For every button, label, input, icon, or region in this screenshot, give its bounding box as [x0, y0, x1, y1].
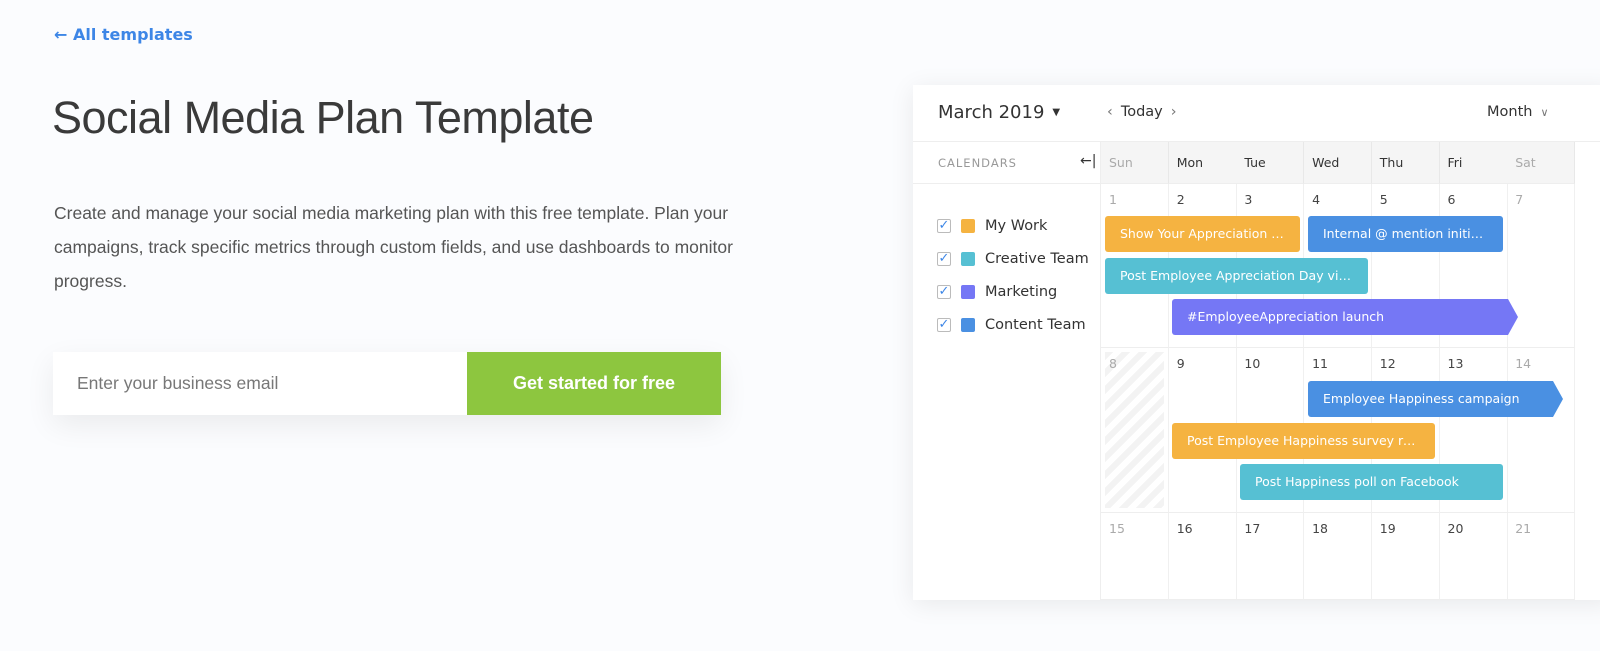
- chevron-down-icon: ∨: [1540, 106, 1549, 119]
- checkbox-checked-icon[interactable]: ✓: [937, 318, 951, 332]
- calendar-item[interactable]: ✓ Marketing: [937, 284, 1057, 300]
- calendar-color-swatch: [961, 252, 975, 266]
- day-number: 19: [1379, 521, 1396, 536]
- unavailable-day-pattern: [1105, 352, 1164, 508]
- calendar-color-swatch: [961, 285, 975, 299]
- day-cell[interactable]: 17: [1236, 513, 1305, 600]
- day-number: 13: [1447, 356, 1464, 371]
- month-label: March 2019: [938, 102, 1045, 123]
- calendar-color-swatch: [961, 318, 975, 332]
- day-cell[interactable]: 15: [1101, 513, 1169, 600]
- email-input[interactable]: [53, 352, 467, 415]
- month-selector[interactable]: March 2019 ▼: [938, 102, 1060, 123]
- calendars-title: CALENDARS: [938, 156, 1017, 170]
- calendars-list: ✓ My Work ✓ Creative Team ✓ Marketing ✓ Content…: [913, 184, 1101, 600]
- calendar-label: Marketing: [985, 284, 1058, 300]
- weekday-header: Tue: [1236, 142, 1305, 184]
- day-number: 2: [1176, 192, 1185, 207]
- day-number: 3: [1244, 192, 1253, 207]
- calendar-header: March 2019 ▼ ‹ Today › Month ∨: [913, 85, 1600, 142]
- weekday-header: Wed: [1304, 142, 1373, 184]
- page-title: Social Media Plan Template: [52, 92, 594, 143]
- view-label: Month: [1487, 104, 1533, 120]
- view-selector[interactable]: Month ∨: [1487, 104, 1557, 120]
- weekday-header: Fri: [1439, 142, 1508, 184]
- weekday-header: Sun: [1101, 142, 1169, 184]
- day-number: 1: [1109, 192, 1117, 207]
- day-number: 5: [1379, 192, 1388, 207]
- calendar-item[interactable]: ✓ My Work: [937, 218, 1047, 234]
- day-number: 16: [1176, 521, 1193, 536]
- day-number: 6: [1447, 192, 1456, 207]
- date-navigation: ‹ Today ›: [1099, 104, 1185, 120]
- weekday-header: Mon: [1168, 142, 1237, 184]
- get-started-button[interactable]: Get started for free: [467, 352, 721, 415]
- calendar-label: Content Team: [985, 317, 1086, 333]
- checkbox-checked-icon[interactable]: ✓: [937, 285, 951, 299]
- calendar-color-swatch: [961, 219, 975, 233]
- day-number: 17: [1244, 521, 1261, 536]
- day-cell[interactable]: 21: [1507, 513, 1576, 600]
- calendar-event[interactable]: Show Your Appreciation cam...: [1105, 216, 1300, 252]
- day-cell[interactable]: 19: [1371, 513, 1440, 600]
- day-cell[interactable]: 7: [1507, 184, 1576, 348]
- day-number: 9: [1176, 356, 1185, 371]
- calendar-label: Creative Team: [985, 251, 1089, 267]
- collapse-sidebar-icon[interactable]: ←|: [1080, 153, 1096, 169]
- all-templates-link[interactable]: ← All templates: [54, 25, 193, 44]
- calendar-event[interactable]: Internal @ mention initiative: [1308, 216, 1503, 252]
- day-number: 14: [1515, 356, 1532, 371]
- calendars-header: CALENDARS ←|: [913, 142, 1101, 184]
- calendar-item[interactable]: ✓ Content Team: [937, 317, 1086, 333]
- day-cell[interactable]: 8: [1101, 348, 1169, 513]
- today-button[interactable]: Today: [1121, 104, 1163, 120]
- calendar-event[interactable]: #EmployeeAppreciation launch: [1172, 299, 1518, 335]
- calendar-event[interactable]: Post Happiness poll on Facebook: [1240, 464, 1503, 500]
- caret-down-icon: ▼: [1052, 107, 1061, 118]
- checkbox-checked-icon[interactable]: ✓: [937, 219, 951, 233]
- day-number: 11: [1312, 356, 1328, 371]
- day-number: 12: [1379, 356, 1396, 371]
- day-number: 10: [1244, 356, 1261, 371]
- day-number: 18: [1312, 521, 1328, 536]
- chevron-right-icon[interactable]: ›: [1171, 104, 1177, 120]
- day-number: 8: [1109, 356, 1117, 371]
- checkbox-checked-icon[interactable]: ✓: [937, 252, 951, 266]
- day-cell[interactable]: 18: [1304, 513, 1373, 600]
- day-number: 21: [1515, 521, 1532, 536]
- day-cell[interactable]: 20: [1439, 513, 1508, 600]
- calendar-event[interactable]: Post Employee Happiness survey results: [1172, 423, 1435, 459]
- calendar-event[interactable]: Post Employee Appreciation Day video: [1105, 258, 1368, 294]
- calendar-label: My Work: [985, 218, 1048, 234]
- calendar-item[interactable]: ✓ Creative Team: [937, 251, 1089, 267]
- chevron-left-icon[interactable]: ‹: [1107, 104, 1113, 120]
- calendar-preview: March 2019 ▼ ‹ Today › Month ∨ CALENDARS ←| …: [913, 85, 1600, 600]
- weekday-header: Thu: [1371, 142, 1440, 184]
- signup-form: Get started for free: [53, 352, 721, 415]
- day-number: 20: [1447, 521, 1464, 536]
- weekday-header: Sat: [1507, 142, 1576, 184]
- day-cell[interactable]: 16: [1168, 513, 1237, 600]
- day-number: 7: [1515, 192, 1524, 207]
- day-cell[interactable]: 14: [1507, 348, 1576, 513]
- calendar-event[interactable]: Employee Happiness campaign: [1308, 381, 1563, 417]
- page-description: Create and manage your social media mark…: [54, 203, 733, 291]
- day-number: 15: [1109, 521, 1125, 536]
- day-number: 4: [1312, 192, 1321, 207]
